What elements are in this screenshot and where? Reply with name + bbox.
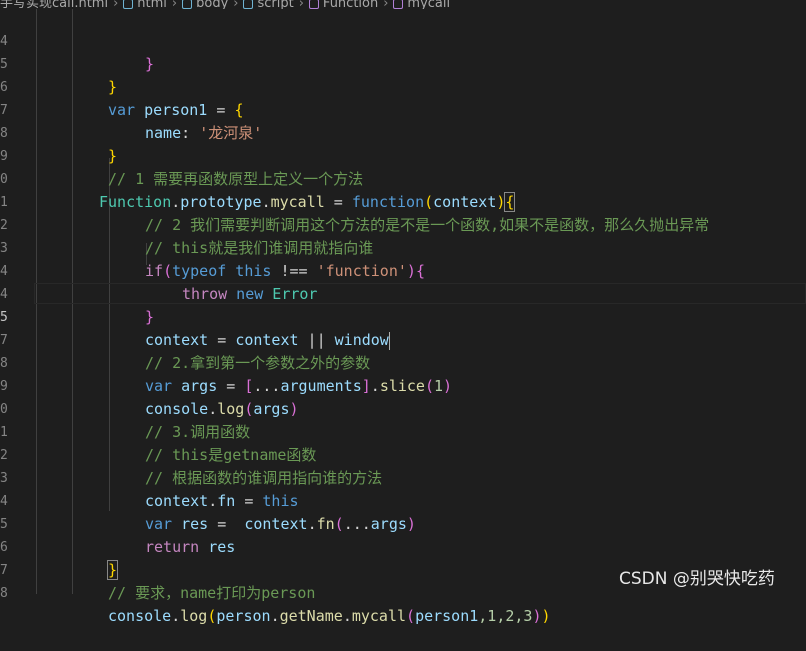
code-line: 6 } bbox=[0, 513, 806, 580]
code-line: 9 console.log(args) bbox=[0, 352, 806, 418]
csdn-watermark: CSDN @别哭快吃药 bbox=[619, 569, 775, 589]
code-line: 8 var args = [...arguments].slice(1) bbox=[0, 329, 806, 395]
code-line: 2 // 根据函数的谁调用指向谁的方法 bbox=[0, 421, 806, 487]
code-line: 3 if(typeof this !== 'function'){ bbox=[0, 214, 806, 280]
code-line: 5 } bbox=[0, 30, 806, 96]
code-line: 1 // 2 我们需要判断调用这个方法的是不是一个函数,如果不是函数，那么久抛出… bbox=[0, 168, 806, 234]
code-editor[interactable]: 4 } 5 } 6 var person1 = { 7 name: '龙河泉' … bbox=[0, 7, 806, 625]
code-line: 4 var res = context.fn(...args) bbox=[0, 467, 806, 533]
code-line: 0 // 3.调用函数 bbox=[0, 375, 806, 441]
code-line-active: 5 context = context || window bbox=[0, 283, 806, 350]
code-line: 7 // 要求，name打印为person bbox=[0, 536, 806, 602]
code-line: 1 // this是getname函数 bbox=[0, 398, 806, 464]
code-line: 3 context.fn = this bbox=[0, 444, 806, 510]
code-line: 5 return res bbox=[0, 490, 806, 556]
code-line: 8 } bbox=[0, 99, 806, 165]
code-line: 7 // 2.拿到第一个参数之外的参数 bbox=[0, 306, 806, 372]
code-line: 4 } bbox=[0, 7, 806, 73]
code-line: 0 Function.prototype.mycall = function(c… bbox=[0, 145, 806, 212]
code-line: 7 name: '龙河泉' bbox=[0, 76, 806, 142]
code-line: 2 // this就是我们谁调用就指向谁 bbox=[0, 191, 806, 257]
code-line: 6 var person1 = { bbox=[0, 53, 806, 119]
code-line: 4 throw new Error bbox=[0, 237, 806, 303]
code-line: 4 } bbox=[0, 260, 806, 326]
code-line: 9 // 1 需要再函数原型上定义一个方法 bbox=[0, 122, 806, 188]
